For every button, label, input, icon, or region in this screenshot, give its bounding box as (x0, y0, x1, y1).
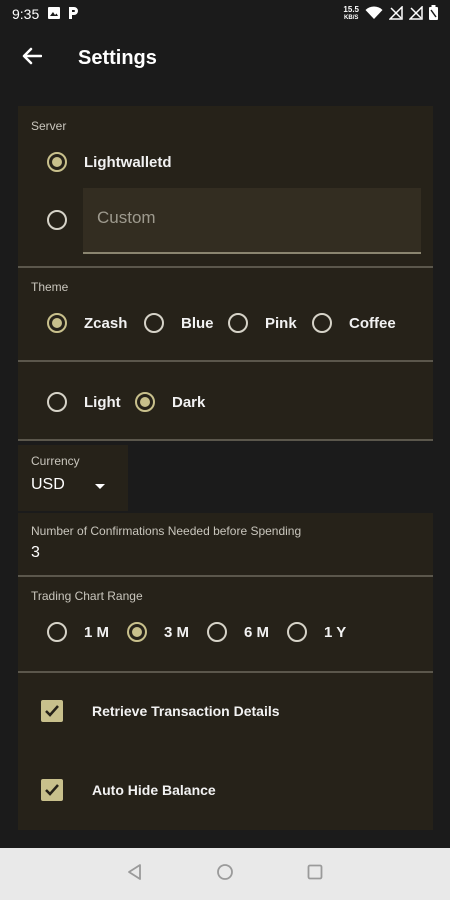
back-triangle-icon[interactable] (126, 863, 144, 886)
radio-6m[interactable] (207, 622, 227, 642)
currency-dropdown[interactable]: Currency USD (18, 445, 128, 511)
arrow-back-icon (22, 47, 43, 70)
confirmations-value: 3 (31, 544, 40, 561)
page-title: Settings (78, 46, 157, 69)
server-option-custom[interactable] (47, 210, 67, 230)
theme-card: Theme Zcash Blue Pink Coffee (18, 268, 433, 360)
theme-option-zcash[interactable]: Zcash (47, 313, 127, 333)
radio-label: Blue (181, 314, 214, 332)
recents-square-icon[interactable] (306, 863, 324, 886)
radio-label: Pink (265, 314, 297, 332)
custom-input-placeholder: Custom (97, 208, 156, 227)
back-button[interactable] (0, 28, 64, 88)
radio-label: Light (84, 393, 121, 411)
confirmations-field[interactable]: Number of Confirmations Needed before Sp… (18, 513, 433, 575)
range-option-1m[interactable]: 1 M (47, 622, 109, 642)
radio-label: 1 Y (324, 623, 347, 641)
radio-label: Lightwalletd (84, 153, 172, 171)
chart-range-label: Trading Chart Range (31, 589, 143, 603)
toggles-card: Retrieve Transaction Details Auto Hide B… (18, 673, 433, 830)
retrieve-details-checkbox[interactable] (41, 700, 63, 722)
server-label: Server (31, 119, 67, 133)
server-option-lightwalletd[interactable]: Lightwalletd (47, 152, 172, 172)
chart-range-card: Trading Chart Range 1 M 3 M 6 M 1 Y (18, 577, 433, 671)
currency-value: USD (31, 476, 65, 493)
radio-label: Dark (172, 393, 206, 411)
radio-pink[interactable] (228, 313, 248, 333)
status-bar: 9:35 15.5 KB/S (0, 0, 450, 28)
radio-label: 3 M (164, 623, 190, 641)
theme-option-coffee[interactable]: Coffee (312, 313, 396, 333)
radio-1m[interactable] (47, 622, 67, 642)
radio-1y[interactable] (287, 622, 307, 642)
battery-icon (429, 5, 438, 23)
mode-option-dark[interactable]: Dark (135, 392, 205, 412)
radio-dark[interactable] (135, 392, 155, 412)
radio-lightwalletd[interactable] (47, 152, 67, 172)
confirmations-label: Number of Confirmations Needed before Sp… (31, 524, 302, 538)
network-speed: 15.5 KB/S (343, 5, 359, 22)
checkbox-label: Retrieve Transaction Details (92, 703, 280, 719)
radio-label: 1 M (84, 623, 110, 641)
radio-label: Coffee (349, 314, 396, 332)
dropdown-arrow-icon (95, 484, 105, 489)
auto-hide-balance-checkbox[interactable] (41, 779, 63, 801)
no-signal-icon (408, 4, 423, 23)
radio-label: Zcash (84, 314, 128, 332)
divider (18, 439, 433, 441)
checkmark-icon (45, 705, 59, 717)
range-option-6m[interactable]: 6 M (207, 622, 269, 642)
theme-option-pink[interactable]: Pink (228, 313, 297, 333)
status-time: 9:35 (12, 6, 40, 22)
radio-coffee[interactable] (312, 313, 332, 333)
radio-custom[interactable] (47, 210, 67, 230)
radio-zcash[interactable] (47, 313, 67, 333)
p-icon (67, 6, 79, 23)
app-bar: Settings (0, 28, 450, 88)
theme-option-blue[interactable]: Blue (144, 313, 214, 333)
home-circle-icon[interactable] (216, 863, 234, 886)
checkmark-icon (45, 784, 59, 796)
range-option-3m[interactable]: 3 M (127, 622, 189, 642)
radio-light[interactable] (47, 392, 67, 412)
custom-server-input[interactable]: Custom (83, 188, 421, 254)
system-nav-bar (0, 848, 450, 900)
range-option-1y[interactable]: 1 Y (287, 622, 346, 642)
no-signal-icon (388, 4, 403, 23)
currency-label: Currency (31, 454, 80, 468)
radio-3m[interactable] (127, 622, 147, 642)
checkbox-label: Auto Hide Balance (92, 782, 216, 798)
wifi-icon (365, 5, 383, 23)
mode-card: Light Dark (18, 362, 433, 439)
retrieve-details-option[interactable]: Retrieve Transaction Details (41, 700, 280, 722)
radio-label: 6 M (244, 623, 270, 641)
mode-option-light[interactable]: Light (47, 392, 121, 412)
radio-blue[interactable] (144, 313, 164, 333)
server-card: Server Lightwalletd Custom (18, 106, 433, 266)
auto-hide-balance-option[interactable]: Auto Hide Balance (41, 779, 216, 801)
image-icon (47, 6, 61, 23)
theme-label: Theme (31, 280, 69, 294)
